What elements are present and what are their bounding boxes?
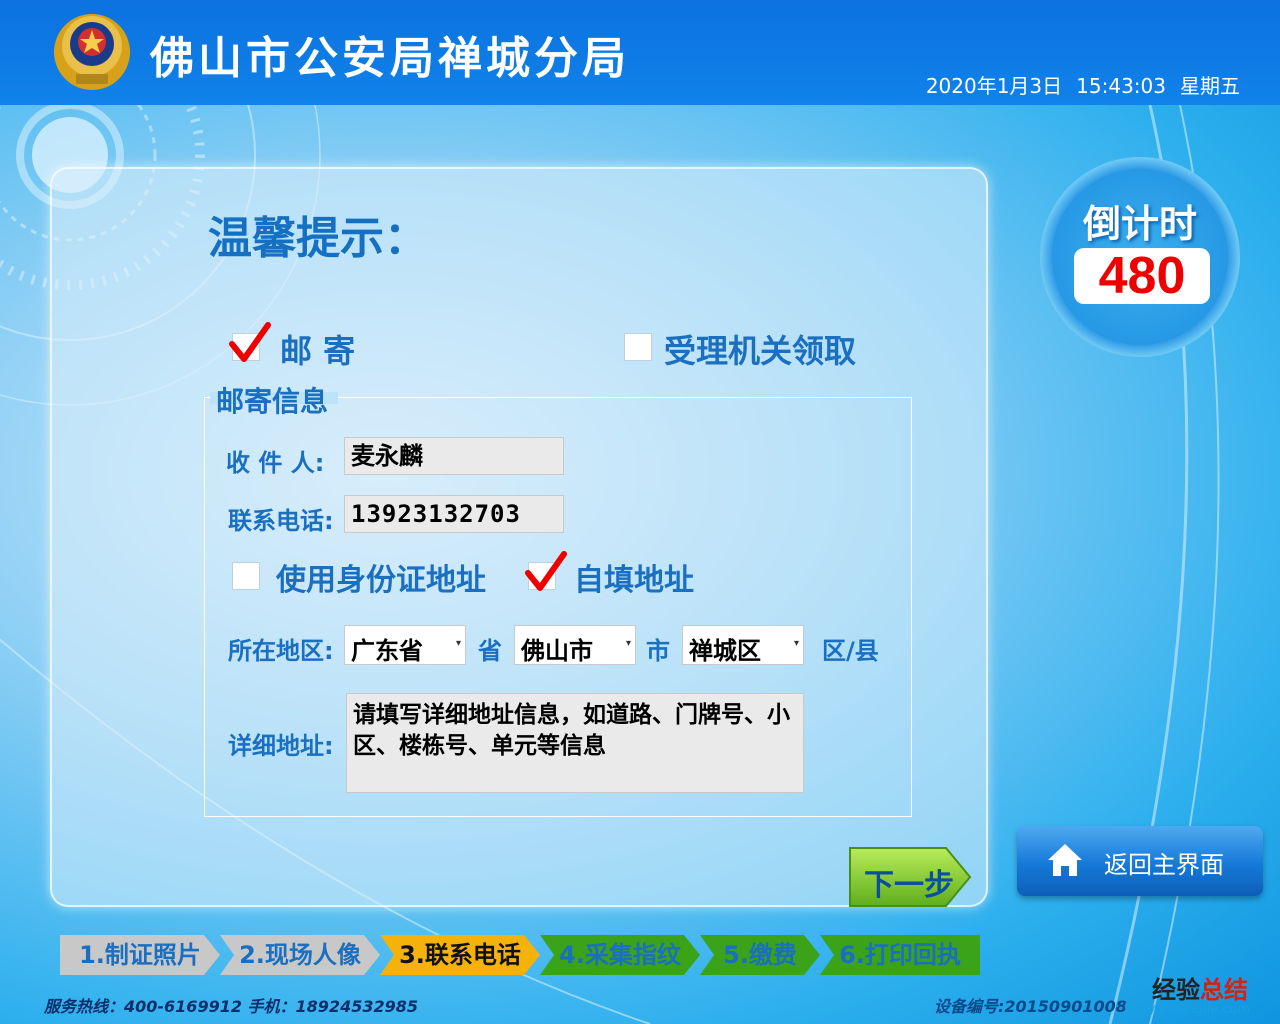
use-id-address-checkbox[interactable] <box>232 562 260 590</box>
step-label: 5.缴费 <box>723 941 797 969</box>
time-text: 15:43:03 <box>1076 74 1166 98</box>
detail-address-textarea[interactable]: 请填写详细地址信息，如道路、门牌号、小区、楼栋号、单元等信息 <box>346 693 804 793</box>
dropdown-arrow-icon: ▾ <box>793 638 799 649</box>
province-select[interactable]: 广东省 ▾ <box>344 625 466 665</box>
mail-checkbox[interactable] <box>229 322 271 362</box>
page-title: 佛山市公安局禅城分局 <box>150 33 630 84</box>
checkmark-icon <box>229 322 271 362</box>
step-label: 3.联系电话 <box>399 941 521 969</box>
header-bar: 佛山市公安局禅城分局 2020年1月3日 15:43:03 星期五 <box>0 0 1280 105</box>
province-unit: 省 <box>478 637 502 665</box>
police-emblem-icon <box>54 14 130 90</box>
phone-label: 联系电话: <box>228 507 334 535</box>
recipient-input[interactable]: 麦永麟 <box>344 437 564 475</box>
datetime-display: 2020年1月3日 15:43:03 星期五 <box>912 70 1240 99</box>
mail-option-label[interactable]: 邮 寄 <box>280 326 355 372</box>
recipient-label: 收 件 人: <box>226 449 325 477</box>
countdown-value: 480 <box>1074 248 1210 304</box>
district-unit: 区/县 <box>822 637 879 665</box>
step-3: 3.联系电话 <box>380 935 540 975</box>
step-1: 1.制证照片 <box>60 935 220 975</box>
city-value: 佛山市 <box>521 637 593 665</box>
next-step-label[interactable]: 下一步 <box>864 860 954 904</box>
city-select[interactable]: 佛山市 ▾ <box>514 625 636 665</box>
weekday-text: 星期五 <box>1180 74 1240 98</box>
detail-address-label: 详细地址: <box>228 732 334 760</box>
custom-address-label[interactable]: 自填地址 <box>574 555 694 599</box>
device-number: 设备编号:20150901008 <box>934 997 1127 1016</box>
mail-info-legend: 邮寄信息 <box>216 385 329 418</box>
phone-input[interactable]: 13923132703 <box>344 495 564 533</box>
step-label: 6.打印回执 <box>839 941 961 969</box>
service-hotline: 服务热线：400-6169912 手机：18924532985 <box>44 997 419 1016</box>
step-5: 5.缴费 <box>700 935 820 975</box>
countdown-label: 倒计时 <box>1082 202 1197 246</box>
checkmark-icon <box>525 551 567 591</box>
city-unit: 市 <box>646 637 670 665</box>
step-6: 6.打印回执 <box>820 935 980 975</box>
home-icon <box>1048 844 1082 876</box>
dropdown-arrow-icon: ▾ <box>625 638 631 649</box>
date-text: 2020年1月3日 <box>925 74 1063 98</box>
district-select[interactable]: 禅城区 ▾ <box>682 625 804 665</box>
step-4: 4.采集指纹 <box>540 935 700 975</box>
dropdown-arrow-icon: ▾ <box>455 638 461 649</box>
custom-address-checkbox[interactable] <box>525 551 567 591</box>
watermark-title: 经验总结 <box>1152 970 1248 1005</box>
pickup-option-label[interactable]: 受理机关领取 <box>664 326 856 372</box>
watermark-url: jingyanzongjie.com <box>1124 1002 1251 1017</box>
return-home-label[interactable]: 返回主界面 <box>1104 845 1224 880</box>
step-label: 1.制证照片 <box>79 941 201 969</box>
step-label: 4.采集指纹 <box>559 941 681 969</box>
pickup-checkbox[interactable] <box>624 333 652 361</box>
watermark-black: 经验 <box>1152 976 1200 1004</box>
step-2: 2.现场人像 <box>220 935 380 975</box>
district-value: 禅城区 <box>689 637 761 665</box>
watermark-red: 总结 <box>1200 976 1248 1004</box>
use-id-address-label[interactable]: 使用身份证地址 <box>276 555 486 599</box>
province-value: 广东省 <box>351 637 423 665</box>
step-label: 2.现场人像 <box>239 941 361 969</box>
tip-heading: 温馨提示： <box>208 213 428 264</box>
region-label: 所在地区: <box>228 637 334 665</box>
